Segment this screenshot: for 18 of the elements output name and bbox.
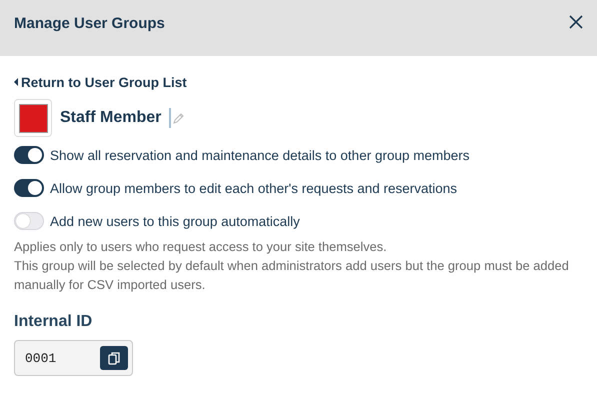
help-text: This group will be selected by default when administrators add users but the group must be added manually for CSV imported users. — [14, 257, 570, 294]
dialog-title: Manage User Groups — [14, 14, 165, 32]
toggle-switch[interactable] — [14, 179, 44, 197]
toggle-switch[interactable] — [14, 146, 44, 164]
toggle-label: Allow group members to edit each other's requests and reservations — [50, 180, 458, 196]
back-link[interactable]: Return to User Group List — [14, 74, 187, 90]
field-label: Internal ID — [14, 313, 94, 331]
toggle-label: Show all reservation and maintenance details to other group members — [50, 148, 470, 162]
help-text: Applies only to users who request access to your site themselves. — [14, 238, 388, 256]
group-name: Staff Member — [60, 109, 162, 127]
toggle-switch[interactable] — [14, 212, 44, 230]
copy-button[interactable] — [100, 346, 128, 370]
caret-icon — [14, 78, 18, 86]
toggle-label: Add new users to this group automatically — [50, 214, 300, 228]
id-field[interactable]: 0001 — [14, 340, 133, 376]
copy-icon — [108, 352, 120, 364]
id-value: 0001 — [25, 350, 56, 366]
close-icon[interactable] — [569, 15, 583, 29]
